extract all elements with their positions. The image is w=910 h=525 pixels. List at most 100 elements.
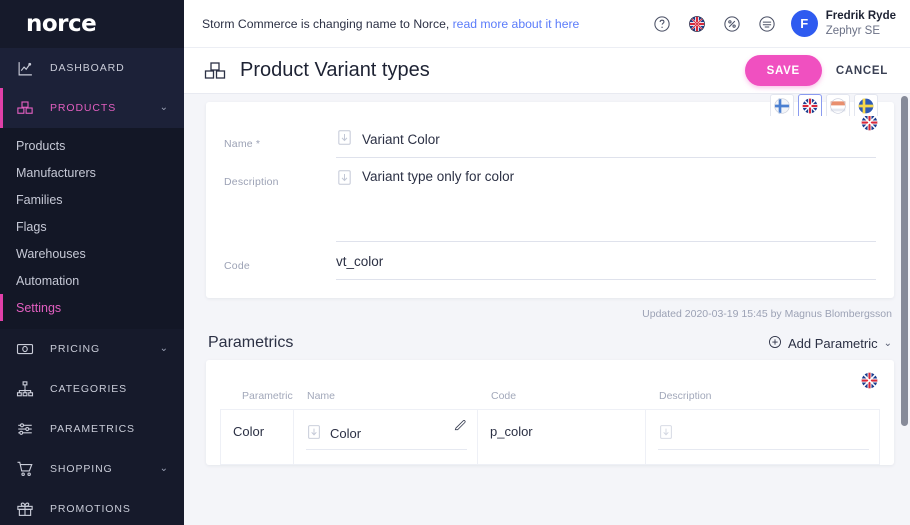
cancel-button[interactable]: CANCEL bbox=[836, 65, 888, 77]
row-name-input[interactable]: Color bbox=[306, 424, 467, 450]
brand-logo[interactable]: norce bbox=[0, 0, 184, 48]
table-header-row: Parametric Name Code Description bbox=[220, 390, 880, 409]
sliders-icon bbox=[14, 418, 36, 440]
uk-flag-icon[interactable] bbox=[861, 114, 878, 136]
content-scroll-area: Name * Variant Color Description Variant… bbox=[184, 94, 910, 525]
column-header-code: Code bbox=[491, 390, 517, 402]
boxes-icon bbox=[202, 58, 228, 84]
cell-parametric-value: Color bbox=[233, 424, 265, 439]
sidebar-item-automation[interactable]: Automation bbox=[0, 267, 184, 294]
parametrics-title: Parametrics bbox=[208, 334, 294, 351]
help-icon[interactable] bbox=[653, 14, 672, 33]
name-input[interactable]: Variant Color bbox=[336, 124, 876, 158]
sidebar-sublabel: Flags bbox=[16, 219, 47, 234]
chevron-down-icon-pricing: ⌄ bbox=[159, 343, 168, 354]
field-label-code: Code bbox=[224, 260, 250, 272]
user-text: Fredrik Ryde Zephyr SE bbox=[826, 9, 896, 38]
sidebar-item-settings[interactable]: Settings bbox=[0, 294, 184, 321]
cell-code[interactable]: p_color bbox=[478, 410, 646, 464]
user-org: Zephyr SE bbox=[825, 24, 881, 37]
variant-type-form-card: Name * Variant Color Description Variant… bbox=[206, 94, 894, 298]
sidebar-item-flags[interactable]: Flags bbox=[0, 213, 184, 240]
translate-import-icon bbox=[306, 424, 322, 443]
row-description-input[interactable] bbox=[658, 424, 869, 450]
chevron-down-icon-shopping: ⌄ bbox=[159, 463, 168, 474]
announcement-link[interactable]: read more about it here bbox=[453, 17, 580, 31]
code-value: vt_color bbox=[336, 254, 384, 269]
sidebar-sublabel: Automation bbox=[16, 273, 80, 288]
field-label-description: Description bbox=[224, 176, 279, 188]
avatar: F bbox=[790, 10, 818, 37]
user-name: Fredrik Ryde bbox=[825, 10, 896, 23]
sidebar-item-manufacturers[interactable]: Manufacturers bbox=[0, 159, 184, 186]
translate-import-icon bbox=[336, 129, 353, 151]
locale-tab-strip bbox=[770, 94, 878, 116]
translate-import-icon bbox=[658, 424, 674, 443]
sidebar-label-shopping: SHOPPING bbox=[50, 463, 113, 475]
app-root: norce DASHBOARD PRODUCTS ⌄ Products Manu… bbox=[0, 0, 910, 525]
sidebar-item-promotions[interactable]: PROMOTIONS bbox=[0, 489, 184, 525]
sidebar: norce DASHBOARD PRODUCTS ⌄ Products Manu… bbox=[0, 0, 184, 525]
money-icon bbox=[14, 338, 36, 360]
sidebar-item-categories[interactable]: CATEGORIES bbox=[0, 369, 184, 409]
sidebar-label-products: PRODUCTS bbox=[50, 102, 117, 114]
flag-tab-netherlands[interactable] bbox=[826, 94, 850, 116]
sidebar-item-shopping[interactable]: SHOPPING ⌄ bbox=[0, 449, 184, 489]
sidebar-sublabel: Families bbox=[16, 192, 63, 207]
save-button[interactable]: SAVE bbox=[744, 55, 822, 86]
field-row-name: Name * Variant Color bbox=[224, 124, 876, 158]
top-icon-group bbox=[653, 14, 777, 33]
translate-import-icon bbox=[336, 169, 353, 191]
chart-icon bbox=[14, 57, 36, 79]
sidebar-item-dashboard[interactable]: DASHBOARD bbox=[0, 48, 184, 88]
chevron-down-icon-add-parametric: ⌄ bbox=[883, 337, 892, 349]
brand-text: norce bbox=[26, 11, 97, 37]
page-title: Product Variant types bbox=[240, 59, 430, 81]
sidebar-label-categories: CATEGORIES bbox=[50, 383, 128, 395]
boxes-icon bbox=[14, 97, 36, 119]
chevron-down-icon-products: ⌄ bbox=[159, 102, 168, 113]
sidebar-sublabel: Products bbox=[16, 138, 66, 153]
sidebar-item-pricing[interactable]: PRICING ⌄ bbox=[0, 329, 184, 369]
sidebar-item-products-list[interactable]: Products bbox=[0, 132, 184, 159]
user-menu[interactable]: F Fredrik Ryde Zephyr SE bbox=[790, 9, 896, 38]
add-parametric-button[interactable]: Add Parametric ⌄ bbox=[768, 335, 892, 352]
sidebar-label-dashboard: DASHBOARD bbox=[50, 62, 125, 74]
updated-timestamp: Updated 2020-03-19 15:45 by Magnus Blomb… bbox=[642, 308, 892, 320]
cell-description[interactable] bbox=[646, 410, 880, 464]
sidebar-item-products[interactable]: PRODUCTS ⌄ bbox=[0, 88, 184, 128]
scrollbar-thumb[interactable] bbox=[901, 96, 908, 426]
sidebar-sublabel: Warehouses bbox=[16, 246, 86, 261]
sidebar-label-promotions: PROMOTIONS bbox=[50, 503, 131, 515]
field-row-code: Code vt_color bbox=[224, 246, 876, 280]
percent-icon[interactable] bbox=[723, 14, 742, 33]
table-row[interactable]: Color Color p_color bbox=[220, 409, 880, 465]
parametrics-table-card: Parametric Name Code Description Color C… bbox=[206, 360, 894, 465]
sitemap-icon bbox=[14, 378, 36, 400]
menu-list-icon[interactable] bbox=[758, 14, 777, 33]
sidebar-label-pricing: PRICING bbox=[50, 343, 101, 355]
row-code-value: p_color bbox=[490, 424, 533, 439]
uk-flag-icon[interactable] bbox=[861, 372, 878, 394]
main-area: Storm Commerce is changing name to Norce… bbox=[184, 0, 910, 525]
column-header-parametric: Parametric bbox=[242, 390, 293, 402]
flag-tab-sweden[interactable] bbox=[854, 94, 878, 116]
sidebar-item-parametrics[interactable]: PARAMETRICS bbox=[0, 409, 184, 449]
sidebar-submenu-products: Products Manufacturers Families Flags Wa… bbox=[0, 128, 184, 329]
sidebar-item-warehouses[interactable]: Warehouses bbox=[0, 240, 184, 267]
pencil-edit-icon[interactable] bbox=[453, 418, 467, 435]
announcement-banner: Storm Commerce is changing name to Norce… bbox=[202, 17, 653, 31]
language-flag-icon[interactable] bbox=[688, 14, 707, 33]
sidebar-sublabel: Manufacturers bbox=[16, 165, 96, 180]
flag-tab-uk[interactable] bbox=[798, 94, 822, 116]
announcement-text: Storm Commerce is changing name to Norce… bbox=[202, 16, 450, 31]
cell-name[interactable]: Color bbox=[294, 410, 478, 464]
description-value: Variant type only for color bbox=[362, 169, 515, 184]
top-bar: Storm Commerce is changing name to Norce… bbox=[184, 0, 910, 48]
code-input[interactable]: vt_color bbox=[336, 246, 876, 280]
description-input[interactable]: Variant type only for color bbox=[336, 162, 876, 242]
row-name-value: Color bbox=[330, 426, 362, 441]
flag-tab-finland[interactable] bbox=[770, 94, 794, 116]
sidebar-item-families[interactable]: Families bbox=[0, 186, 184, 213]
name-value: Variant Color bbox=[362, 132, 440, 147]
